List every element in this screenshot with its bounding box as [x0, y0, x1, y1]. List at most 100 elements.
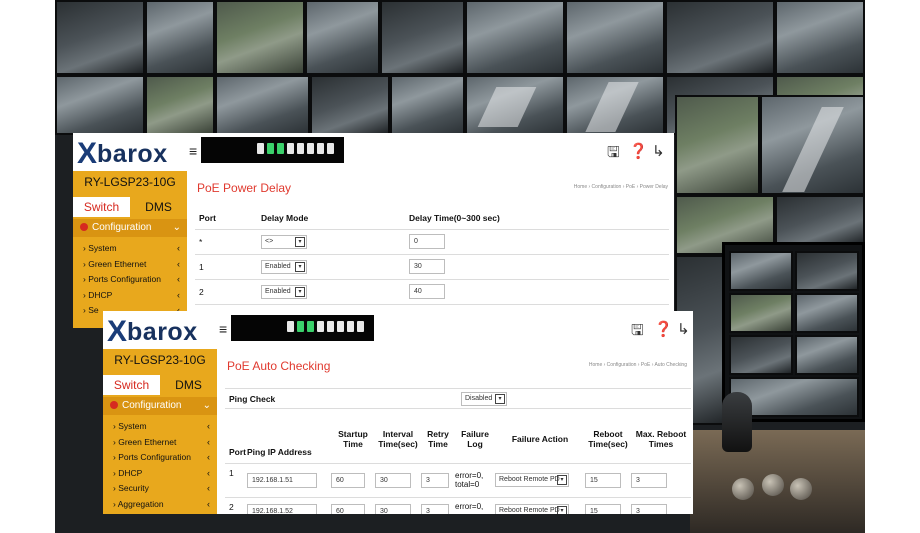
logout-icon[interactable]: ↳ — [652, 142, 665, 160]
delay-mode-select[interactable]: Enabled ▾ — [261, 284, 307, 299]
port-led-icon — [297, 321, 304, 332]
help-icon[interactable]: ❓ — [629, 142, 648, 160]
port-led-icon — [357, 321, 364, 332]
delay-time-input[interactable]: 0 — [409, 234, 445, 249]
tab-switch[interactable]: Switch — [73, 197, 130, 217]
page-title: PoE Power Delay — [197, 181, 292, 195]
delay-time-input[interactable]: 30 — [409, 259, 445, 274]
device-model: RY-LGSP23-10G — [84, 175, 176, 189]
logout-icon[interactable]: ↳ — [677, 320, 690, 338]
main-content: PoE Power Delay Home › Configuration › P… — [187, 171, 674, 328]
dropdown-arrow-icon: ▾ — [557, 506, 567, 514]
menu-toggle-icon[interactable]: ≡ — [189, 143, 197, 159]
main-content: PoE Auto Checking Home › Configuration ›… — [217, 349, 693, 514]
switch-port-panel[interactable] — [231, 315, 374, 341]
ping-ip-input[interactable]: 192.168.1.51 — [247, 472, 317, 488]
barox-logo: Xbarox — [77, 137, 168, 170]
sidebar-item-aggregation[interactable]: › Aggregation ‹ — [103, 497, 217, 513]
chevron-left-icon: ‹ — [177, 289, 180, 300]
sidebar-item-green-ethernet[interactable]: › Green Ethernet ‹ — [103, 435, 217, 451]
column-header-reboot-time: Reboot Time(sec) — [585, 415, 631, 464]
reboot-time-input[interactable]: 15 — [585, 472, 621, 488]
ping-ip-input[interactable]: 192.168.1.52 — [247, 503, 317, 514]
port-cell: 1 — [195, 254, 261, 280]
port-led-icon — [307, 143, 314, 154]
table-row: * <> ▾ 0 — [195, 229, 669, 255]
retry-time-input[interactable]: 3 — [421, 472, 449, 488]
port-led-icon — [317, 143, 324, 154]
startup-time-input[interactable]: 60 — [331, 472, 365, 488]
breadcrumb[interactable]: Home › Configuration › PoE › Power Delay — [574, 184, 668, 190]
menu-toggle-icon[interactable]: ≡ — [219, 321, 227, 337]
configuration-section[interactable]: Configuration ⌄ — [103, 397, 217, 415]
failure-log-cell: error=0, total=0 — [455, 463, 495, 498]
column-header-ping-ip: Ping IP Address — [247, 415, 331, 464]
failure-log-cell: error=0, — [455, 497, 495, 514]
delay-time-input[interactable]: 40 — [409, 284, 445, 299]
interval-time-input[interactable]: 30 — [375, 472, 411, 488]
sidebar-item-ports-configuration[interactable]: › Ports Configuration ‹ — [73, 272, 187, 288]
power-delay-table: Port Delay Mode Delay Time(0~300 sec) * … — [195, 207, 669, 305]
chevron-left-icon: ‹ — [177, 274, 180, 284]
table-row: 1 192.168.1.51 60 30 3 error=0, total=0 … — [225, 463, 691, 498]
port-led-icon — [327, 321, 334, 332]
joystick-background — [722, 392, 752, 452]
interval-time-input[interactable]: 30 — [375, 503, 411, 514]
sidebar-item-dhcp[interactable]: › DHCP ‹ — [103, 466, 217, 482]
barox-logo: Xbarox — [107, 315, 198, 348]
max-reboot-times-input[interactable]: 3 — [631, 503, 667, 514]
chevron-left-icon: ‹ — [207, 421, 210, 431]
port-cell: 2 — [195, 279, 261, 305]
dropdown-arrow-icon: ▾ — [295, 236, 305, 247]
switch-port-panel[interactable] — [201, 137, 344, 163]
chevron-left-icon: ‹ — [177, 258, 180, 269]
tab-dms[interactable]: DMS — [130, 197, 187, 217]
tab-dms[interactable]: DMS — [160, 375, 217, 395]
page-title: PoE Auto Checking — [227, 359, 331, 373]
port-led-icon — [267, 143, 274, 154]
column-header-port: Port — [195, 207, 261, 230]
sidebar-item-system[interactable]: › System ‹ — [103, 419, 217, 435]
failure-action-select[interactable]: Reboot Remote PD ▾ — [495, 473, 569, 487]
breadcrumb[interactable]: Home › Configuration › PoE › Auto Checki… — [589, 362, 687, 368]
configuration-section[interactable]: Configuration ⌄ — [73, 219, 187, 237]
top-bar: Xbarox ≡ 🖫 ❓ ↳ — [73, 133, 674, 171]
dropdown-arrow-icon: ▾ — [295, 261, 305, 272]
startup-time-input[interactable]: 60 — [331, 503, 365, 514]
sidebar: RY-LGSP23-10G Switch DMS Configuration ⌄ … — [73, 171, 187, 328]
sidebar-item-system[interactable]: › System ‹ — [73, 241, 187, 257]
column-header-failure-log: Failure Log — [455, 415, 495, 464]
floppy-icon[interactable]: 🖫 — [607, 142, 620, 167]
ping-check-select[interactable]: Disabled ▾ — [461, 391, 507, 406]
help-icon[interactable]: ❓ — [654, 320, 673, 338]
configuration-icon — [110, 401, 118, 409]
column-header-failure-action: Failure Action — [495, 415, 585, 464]
poe-auto-checking-window: Xbarox ≡ 🖫 ❓ ↳ RY-LGSP23-10G Switch DMS … — [103, 311, 693, 514]
chevron-left-icon: ‹ — [207, 498, 210, 509]
sidebar-item-green-ethernet[interactable]: › Green Ethernet ‹ — [73, 257, 187, 273]
port-led-icon — [327, 143, 334, 154]
chevron-down-icon: ⌄ — [172, 222, 181, 233]
reboot-time-input[interactable]: 15 — [585, 503, 621, 514]
port-led-icon — [287, 143, 294, 154]
delay-mode-select[interactable]: Enabled ▾ — [261, 259, 307, 274]
configuration-icon — [80, 223, 88, 231]
poe-power-delay-window: Xbarox ≡ 🖫 ❓ ↳ RY-LGSP23-10G Switch DMS … — [73, 133, 674, 328]
floppy-icon[interactable]: 🖫 — [631, 320, 644, 345]
port-led-icon — [297, 143, 304, 154]
dropdown-arrow-icon: ▾ — [495, 393, 505, 404]
retry-time-input[interactable]: 3 — [421, 503, 449, 514]
max-reboot-times-input[interactable]: 3 — [631, 472, 667, 488]
column-header-retry-time: Retry Time — [421, 415, 455, 464]
tab-switch[interactable]: Switch — [103, 375, 160, 395]
sidebar-item-security[interactable]: › Security ‹ — [103, 481, 217, 497]
column-header-max-reboot-times: Max. Reboot Times — [631, 415, 691, 464]
sidebar-item-dhcp[interactable]: › DHCP ‹ — [73, 288, 187, 304]
delay-mode-select[interactable]: <> ▾ — [261, 234, 307, 249]
port-led-icon — [277, 143, 284, 154]
failure-action-select[interactable]: Reboot Remote PD ▾ — [495, 504, 569, 514]
control-desk-background — [690, 430, 865, 533]
sidebar-item-ports-configuration[interactable]: › Ports Configuration ‹ — [103, 450, 217, 466]
auto-checking-table: Port Ping IP Address Startup Time Interv… — [225, 415, 691, 514]
chevron-left-icon: ‹ — [207, 483, 210, 493]
